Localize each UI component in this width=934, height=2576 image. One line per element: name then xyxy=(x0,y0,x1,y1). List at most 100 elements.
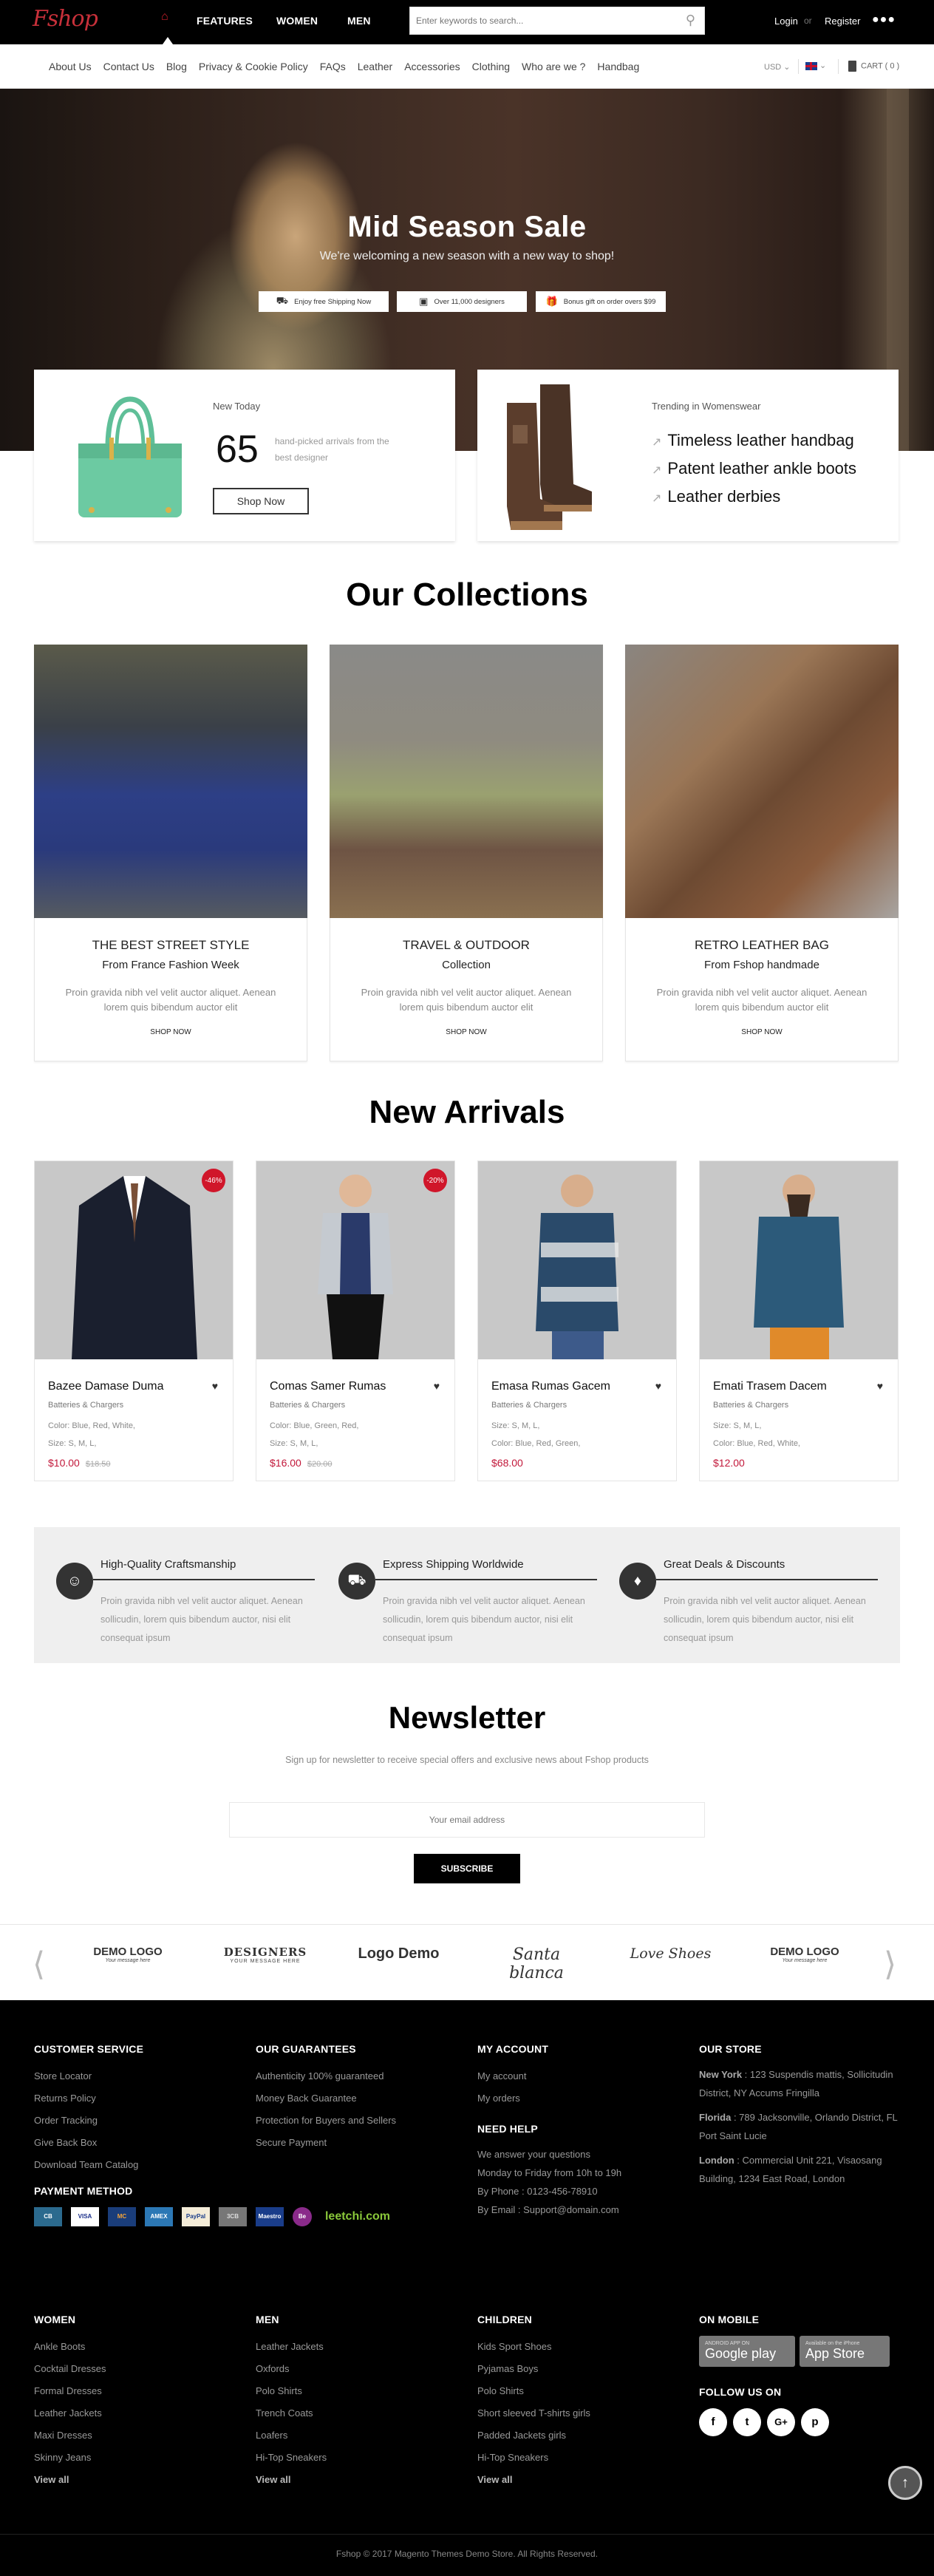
subnav-item[interactable]: About Us xyxy=(49,61,92,72)
shop-now-link[interactable]: SHOP NOW xyxy=(330,1028,602,1036)
search-input[interactable] xyxy=(410,7,661,34)
subnav-item[interactable]: FAQs xyxy=(320,61,346,72)
subnav-item[interactable]: Leather xyxy=(358,61,392,72)
product-name[interactable]: Comas Samer Rumas xyxy=(270,1380,386,1393)
carousel-prev-icon[interactable]: ⟨ xyxy=(33,1945,45,1983)
shop-now-button[interactable]: Shop Now xyxy=(213,488,309,514)
footer-link[interactable]: Polo Shirts xyxy=(256,2380,327,2402)
footer-link[interactable]: Ankle Boots xyxy=(34,2336,106,2358)
home-icon[interactable]: ⌂ xyxy=(161,10,168,24)
brand-logo[interactable]: Love Shoes xyxy=(628,1945,713,1962)
badge-free-shipping[interactable]: ⛟ Enjoy free Shipping Now xyxy=(259,291,389,312)
back-to-top-icon[interactable]: ↑ xyxy=(888,2466,922,2500)
nav-women[interactable]: WOMEN xyxy=(276,15,318,27)
cart-link[interactable]: CART ( 0 ) xyxy=(848,61,899,72)
shop-now-link[interactable]: SHOP NOW xyxy=(626,1028,898,1036)
wishlist-heart-icon[interactable]: ♥ xyxy=(434,1380,440,1392)
google-play-button[interactable]: ANDROID APP ON Google play xyxy=(699,2336,795,2367)
product-card[interactable]: -46% Bazee Damase Duma ♥ Batteries & Cha… xyxy=(34,1160,234,1481)
shop-now-link[interactable]: SHOP NOW xyxy=(35,1028,307,1036)
footer-link[interactable]: Skinny Jeans xyxy=(34,2447,106,2469)
badge-designers[interactable]: ▣ Over 11,000 designers xyxy=(397,291,527,312)
subnav-item[interactable]: Accessories xyxy=(404,61,460,72)
footer-link[interactable]: My account xyxy=(477,2065,621,2087)
nav-men[interactable]: MEN xyxy=(347,15,371,27)
wishlist-heart-icon[interactable]: ♥ xyxy=(212,1380,218,1392)
help-line[interactable]: By Email : Support@domain.com xyxy=(477,2201,621,2219)
footer-link[interactable]: Leather Jackets xyxy=(34,2402,106,2424)
product-image[interactable] xyxy=(700,1161,898,1359)
subnav-item[interactable]: Contact Us xyxy=(103,61,154,72)
product-image[interactable] xyxy=(256,1161,454,1359)
footer-link[interactable]: My orders xyxy=(477,2087,621,2110)
help-line[interactable]: By Phone : 0123-456-78910 xyxy=(477,2182,621,2201)
footer-link[interactable]: Loafers xyxy=(256,2424,327,2447)
google-plus-icon[interactable]: G+ xyxy=(767,2408,795,2436)
footer-link[interactable]: Store Locator xyxy=(34,2065,143,2087)
footer-link[interactable]: Padded Jackets girls xyxy=(477,2424,590,2447)
badge-bonus-gift[interactable]: 🎁 Bonus gift on order overs $99 xyxy=(536,291,666,312)
footer-link[interactable]: Cocktail Dresses xyxy=(34,2358,106,2380)
product-card[interactable]: -20% Comas Samer Rumas ♥ Batteries & Cha… xyxy=(256,1160,455,1481)
brand-logo[interactable]: DEMO LOGO Your message here xyxy=(87,1945,168,1963)
brand-logo[interactable]: Logo Demo xyxy=(341,1945,456,1962)
twitter-icon[interactable]: t xyxy=(733,2408,761,2436)
brand-logo[interactable]: DESIGNERS YOUR MESSAGE HERE xyxy=(217,1945,313,1964)
product-card[interactable]: Emasa Rumas Gacem ♥ Batteries & Chargers… xyxy=(477,1160,677,1481)
trending-item[interactable]: ↗ Timeless leather handbag xyxy=(652,427,856,455)
view-all-link[interactable]: View all xyxy=(477,2469,590,2491)
subnav-item[interactable]: Blog xyxy=(166,61,187,72)
view-all-link[interactable]: View all xyxy=(256,2469,327,2491)
footer-link[interactable]: Hi-Top Sneakers xyxy=(477,2447,590,2469)
logo[interactable]: Fshop xyxy=(33,6,98,32)
footer-link[interactable]: Polo Shirts xyxy=(477,2380,590,2402)
collection-card-retro-bag[interactable]: RETRO LEATHER BAG From Fshop handmade Pr… xyxy=(625,645,899,1061)
pinterest-icon[interactable]: p xyxy=(801,2408,829,2436)
app-store-button[interactable]: Available on the iPhone App Store xyxy=(800,2336,890,2367)
brand-logo[interactable]: Santa blanca xyxy=(485,1945,588,1982)
footer-link[interactable]: Returns Policy xyxy=(34,2087,143,2110)
search-icon[interactable]: ⚲ xyxy=(686,13,695,28)
footer-link[interactable]: Short sleeved T-shirts girls xyxy=(477,2402,590,2424)
product-name[interactable]: Bazee Damase Duma xyxy=(48,1380,164,1393)
product-image[interactable] xyxy=(478,1161,676,1359)
product-image[interactable] xyxy=(35,1161,233,1359)
login-link[interactable]: Login xyxy=(774,16,798,27)
footer-link[interactable]: Give Back Box xyxy=(34,2132,143,2154)
wishlist-heart-icon[interactable]: ♥ xyxy=(877,1380,883,1392)
footer-link[interactable]: Protection for Buyers and Sellers xyxy=(256,2110,396,2132)
footer-link[interactable]: Kids Sport Shoes xyxy=(477,2336,590,2358)
footer-link[interactable]: Download Team Catalog xyxy=(34,2154,143,2176)
collection-card-street-style[interactable]: THE BEST STREET STYLE From France Fashio… xyxy=(34,645,307,1061)
collection-card-travel[interactable]: TRAVEL & OUTDOOR Collection Proin gravid… xyxy=(330,645,603,1061)
footer-link[interactable]: Formal Dresses xyxy=(34,2380,106,2402)
footer-link[interactable]: Trench Coats xyxy=(256,2402,327,2424)
footer-link[interactable]: Oxfords xyxy=(256,2358,327,2380)
footer-link[interactable]: Hi-Top Sneakers xyxy=(256,2447,327,2469)
footer-link[interactable]: Authenticity 100% guaranteed xyxy=(256,2065,396,2087)
subnav-item[interactable]: Privacy & Cookie Policy xyxy=(199,61,308,72)
footer-link[interactable]: Leather Jackets xyxy=(256,2336,327,2358)
trending-item[interactable]: ↗ Leather derbies xyxy=(652,483,856,512)
brand-logo[interactable]: DEMO LOGO Your message here xyxy=(764,1945,845,1963)
newsletter-email-input[interactable] xyxy=(229,1802,705,1838)
wishlist-heart-icon[interactable]: ♥ xyxy=(655,1380,661,1392)
footer-link[interactable]: Order Tracking xyxy=(34,2110,143,2132)
product-name[interactable]: Emati Trasem Dacem xyxy=(713,1380,827,1393)
nav-features[interactable]: FEATURES xyxy=(197,15,253,27)
subnav-item[interactable]: Who are we ? xyxy=(522,61,585,72)
language-switcher[interactable]: ⌄ xyxy=(805,61,826,70)
subnav-item[interactable]: Clothing xyxy=(472,61,510,72)
facebook-icon[interactable]: f xyxy=(699,2408,727,2436)
product-card[interactable]: Emati Trasem Dacem ♥ Batteries & Charger… xyxy=(699,1160,899,1481)
footer-link[interactable]: Secure Payment xyxy=(256,2132,396,2154)
product-name[interactable]: Emasa Rumas Gacem xyxy=(491,1380,610,1393)
register-link[interactable]: Register xyxy=(825,16,860,27)
currency-switcher[interactable]: USD ⌄ xyxy=(764,62,791,72)
more-menu-icon[interactable]: ●●● xyxy=(872,13,896,27)
footer-link[interactable]: Money Back Guarantee xyxy=(256,2087,396,2110)
trending-item[interactable]: ↗ Patent leather ankle boots xyxy=(652,455,856,483)
view-all-link[interactable]: View all xyxy=(34,2469,106,2491)
footer-link[interactable]: Maxi Dresses xyxy=(34,2424,106,2447)
subscribe-button[interactable]: SUBSCRIBE xyxy=(414,1854,520,1883)
